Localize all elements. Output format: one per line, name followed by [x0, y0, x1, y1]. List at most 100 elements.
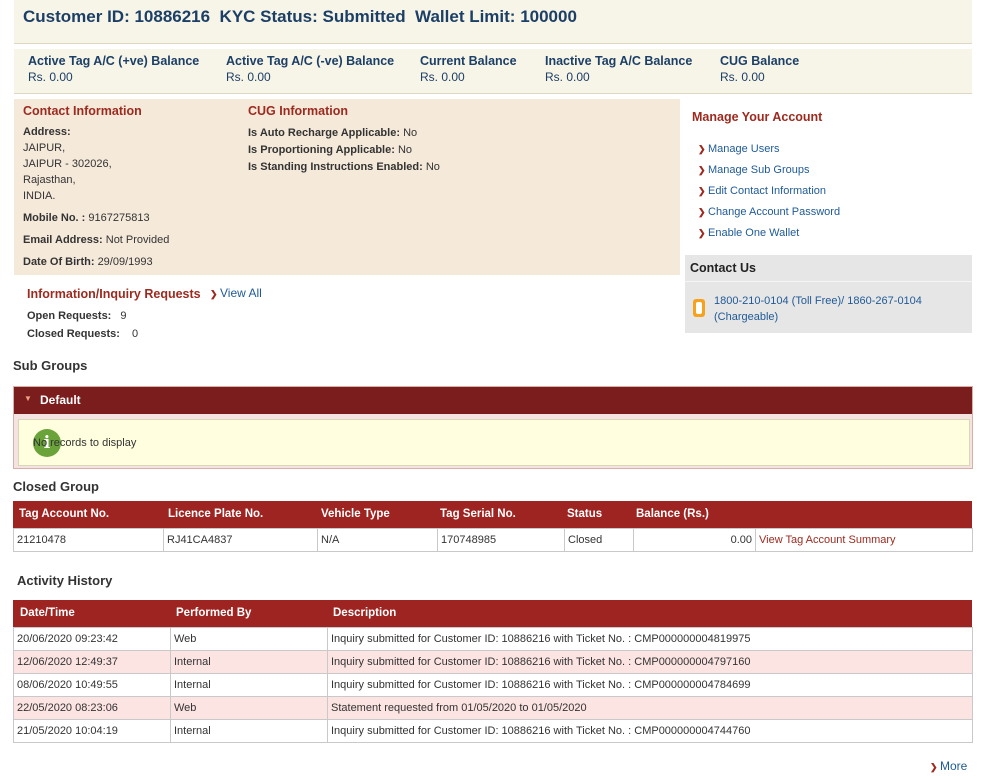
view-tag-summary-link[interactable]: View Tag Account Summary [755, 528, 973, 552]
more-link[interactable]: ❯ More [930, 759, 967, 773]
cell-serial: 170748985 [437, 528, 565, 552]
view-all-label: View All [220, 286, 262, 300]
col-status: Status [567, 508, 603, 520]
cug-label: Is Standing Instructions Enabled: [248, 161, 423, 173]
dob-row: Date Of Birth: 29/09/1993 [23, 254, 153, 270]
closed-requests-row: Closed Requests: 0 [27, 326, 138, 342]
cug-value: No [403, 127, 418, 139]
cug-value: No [397, 144, 412, 156]
sub-group-panel: ▼ Default i No records to display [13, 386, 973, 469]
open-requests-value: 9 [120, 310, 127, 322]
cug-info-title: CUG Information [248, 104, 348, 118]
chevron-right-icon: ❯ [698, 144, 706, 154]
chevron-right-icon: ❯ [930, 762, 938, 772]
balance-label: Active Tag A/C (+ve) Balance [28, 54, 200, 68]
sub-groups-title: Sub Groups [13, 358, 88, 373]
link-label: Edit Contact Information [708, 185, 827, 197]
col-performed-by: Performed By [176, 607, 252, 619]
col-description: Description [333, 607, 397, 619]
sub-group-header[interactable]: ▼ Default [14, 387, 972, 414]
empty-records-text: No records to display [33, 437, 137, 449]
mobile-label: Mobile No. : [23, 212, 86, 224]
cug-label: Is Proportioning Applicable: [248, 144, 395, 156]
balance-current: Current Balance Rs. 0.00 [420, 54, 517, 84]
cug-standing-instructions: Is Standing Instructions Enabled: No [248, 159, 440, 175]
contact-us-panel: Contact Us 1800-210-0104 (Toll Free)/ 18… [685, 255, 972, 333]
phone-icon [693, 299, 705, 317]
cug-value: No [425, 161, 440, 173]
dob-value: 29/09/1993 [97, 256, 153, 268]
balance-active-positive: Active Tag A/C (+ve) Balance Rs. 0.00 [28, 54, 199, 84]
address-block: Address: JAIPUR, JAIPUR - 302026, Rajast… [23, 124, 112, 204]
balance-value: Rs. 0.00 [28, 70, 73, 84]
balance-label: CUG Balance [720, 54, 800, 68]
table-row: 22/05/2020 08:23:06 Web Statement reques… [13, 696, 973, 720]
cell-account: 21210478 [13, 528, 164, 552]
col-vehicle-type: Vehicle Type [321, 508, 390, 520]
cell-plate: RJ41CA4837 [163, 528, 318, 552]
contact-us-title: Contact Us [690, 261, 756, 275]
address-line: Rajasthan, [23, 174, 76, 186]
cell-by: Web [170, 627, 328, 651]
balance-label: Active Tag A/C (-ve) Balance [226, 54, 395, 68]
col-date-time: Date/Time [20, 607, 75, 619]
cell-desc: Inquiry submitted for Customer ID: 10886… [327, 719, 973, 743]
balance-value: Rs. 0.00 [226, 70, 271, 84]
cug-label: Is Auto Recharge Applicable: [248, 127, 400, 139]
empty-records-box: i No records to display [18, 419, 970, 466]
col-licence-plate: Licence Plate No. [168, 508, 264, 520]
email-value: Not Provided [105, 234, 170, 246]
closed-group-table: 21210478 RJ41CA4837 N/A 170748985 Closed… [13, 528, 973, 552]
link-label: Manage Sub Groups [708, 164, 810, 176]
cell-desc: Inquiry submitted for Customer ID: 10886… [327, 673, 973, 697]
contact-us-divider [685, 281, 972, 282]
table-row: 08/06/2020 10:49:55 Internal Inquiry sub… [13, 673, 973, 697]
mobile-row: Mobile No. : 9167275813 [23, 210, 150, 226]
contact-info-title: Contact Information [23, 104, 142, 118]
customer-header-title: Customer ID: 10886216 KYC Status: Submit… [23, 7, 577, 26]
manage-sub-groups-link[interactable]: ❯ Manage Sub Groups [698, 162, 840, 183]
address-label: Address: [23, 126, 71, 138]
cell-balance: 0.00 [633, 528, 756, 552]
phone-line: 1800-210-0104 (Toll Free)/ 1860-267-0104 [714, 295, 922, 307]
enable-one-wallet-link[interactable]: ❯ Enable One Wallet [698, 225, 840, 246]
closed-group-title: Closed Group [13, 479, 99, 494]
balance-active-negative: Active Tag A/C (-ve) Balance Rs. 0.00 [226, 54, 394, 84]
closed-requests-value: 0 [131, 328, 139, 340]
chevron-right-icon: ❯ [210, 289, 218, 299]
cell-by: Web [170, 696, 328, 720]
cell-date: 20/06/2020 09:23:42 [13, 627, 171, 651]
customer-header: Customer ID: 10886216 KYC Status: Submit… [14, 0, 972, 44]
cug-proportioning: Is Proportioning Applicable: No [248, 142, 412, 158]
col-tag-account: Tag Account No. [19, 508, 110, 520]
contact-us-phone[interactable]: 1800-210-0104 (Toll Free)/ 1860-267-0104… [714, 293, 922, 325]
cell-desc: Inquiry submitted for Customer ID: 10886… [327, 650, 973, 674]
col-tag-serial: Tag Serial No. [440, 508, 516, 520]
col-balance: Balance (Rs.) [636, 508, 709, 520]
cell-date: 12/06/2020 12:49:37 [13, 650, 171, 674]
cell-by: Internal [170, 673, 328, 697]
address-line: JAIPUR - 302026, [23, 158, 112, 170]
view-all-link[interactable]: ❯ View All [210, 286, 262, 300]
table-row: 21210478 RJ41CA4837 N/A 170748985 Closed… [13, 528, 973, 552]
cell-date: 08/06/2020 10:49:55 [13, 673, 171, 697]
change-password-link[interactable]: ❯ Change Account Password [698, 204, 840, 225]
dob-label: Date Of Birth: [23, 256, 95, 268]
chevron-right-icon: ❯ [698, 207, 706, 217]
cell-date: 21/05/2020 10:04:19 [13, 719, 171, 743]
manage-account-title: Manage Your Account [692, 110, 823, 124]
balance-value: Rs. 0.00 [545, 70, 590, 84]
more-label: More [940, 759, 968, 773]
open-requests-label: Open Requests: [27, 310, 112, 322]
table-row: 12/06/2020 12:49:37 Internal Inquiry sub… [13, 650, 973, 674]
collapse-triangle-icon: ▼ [24, 394, 32, 403]
cell-date: 22/05/2020 08:23:06 [13, 696, 171, 720]
chevron-right-icon: ❯ [698, 228, 706, 238]
cell-status: Closed [564, 528, 634, 552]
edit-contact-info-link[interactable]: ❯ Edit Contact Information [698, 183, 840, 204]
address-line: INDIA. [23, 190, 56, 202]
balance-value: Rs. 0.00 [420, 70, 465, 84]
activity-header: Date/Time Performed By Description [13, 600, 972, 627]
email-row: Email Address: Not Provided [23, 232, 169, 248]
manage-users-link[interactable]: ❯ Manage Users [698, 141, 840, 162]
